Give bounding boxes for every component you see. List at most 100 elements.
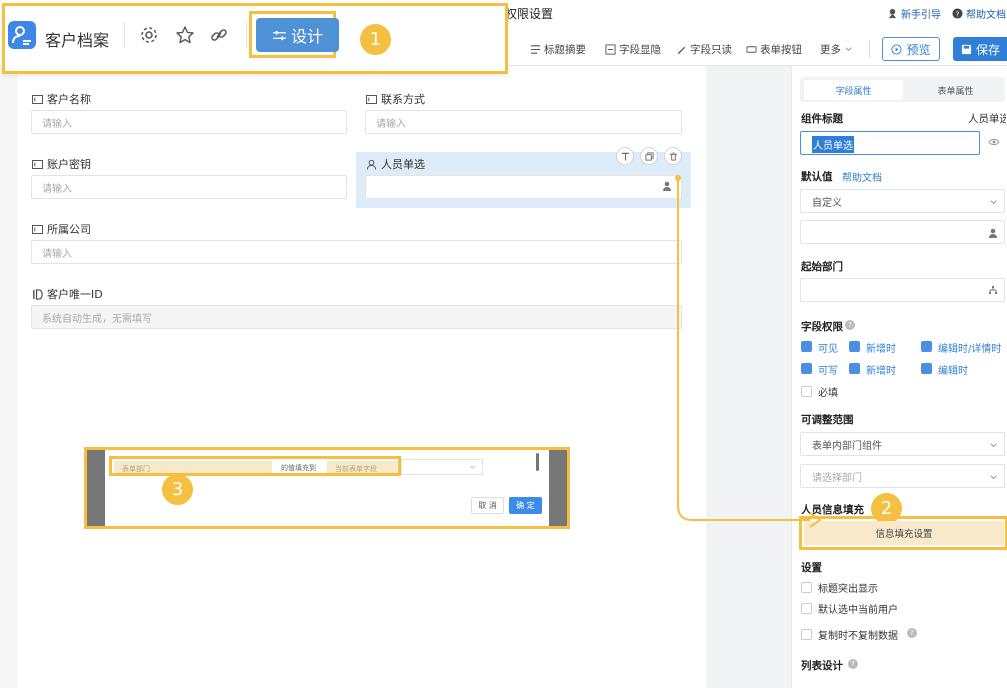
app-icon [8,21,36,49]
eye-icon [988,138,1000,146]
beginner-guide-link[interactable]: 新手引导 [887,6,941,21]
text-field-icon [32,94,43,104]
checkbox-default-current-user-label: 默认选中当前用户 [818,605,898,616]
field-label-customer-id: 客户唯一ID [32,286,103,302]
tab-form-properties[interactable]: 表单属性 [906,80,1005,100]
tool-title-summary[interactable]: 标题摘要 [530,42,586,57]
checkbox-writable-on-create[interactable] [849,363,860,374]
text-field-icon [366,94,377,104]
text-field-icon [32,159,43,169]
chevron-down-icon [990,443,997,448]
guide-icon [888,8,897,19]
copy-field-button[interactable] [640,147,658,165]
play-circle-icon [891,43,903,55]
confirm-button[interactable]: 确 定 [509,497,542,514]
save-button[interactable]: 保存 [953,37,1007,61]
user-badge-icon [12,26,31,45]
page-title-fragment: 权限设置 [505,7,554,21]
checkbox-default-current-user[interactable] [801,603,812,614]
share-link-button[interactable] [209,25,229,45]
default-user-input[interactable] [800,220,1005,244]
tab-field-properties[interactable]: 字段属性 [804,80,903,100]
cancel-button[interactable]: 取 消 [471,497,504,514]
person-select-input[interactable] [365,175,682,199]
checkbox-visible-on-edit[interactable] [921,341,932,352]
chevron-down-icon [845,47,852,52]
dialog-scrollbar[interactable] [536,453,539,471]
field-label-company: 所属公司 [32,221,91,237]
copy-icon [644,151,654,161]
component-title-label: 组件标题 [801,113,843,125]
list-icon [530,45,541,54]
text-t-icon [621,152,629,161]
help-question-icon[interactable]: ? [848,659,858,669]
tool-field-visibility-label: 字段显隐 [619,44,661,56]
visibility-icon [605,44,616,55]
user-icon [366,159,377,170]
field-title-button[interactable] [616,147,634,165]
checkbox-title-highlight[interactable] [801,582,812,593]
tool-field-visibility[interactable]: 字段显隐 [605,42,661,57]
toolbar-divider [124,22,125,48]
target-field-dropdown[interactable] [401,459,483,475]
callout-fill-dialog: 表单部门 的值填充到 当前表单字段 取 消 确 定 [84,447,570,529]
contact-input[interactable]: 请输入 [365,110,682,134]
delete-field-button[interactable] [664,147,682,165]
field-label-person: 人员单选 [366,156,425,172]
checkbox-no-copy-data[interactable] [801,629,812,640]
toolbar-divider [869,40,870,58]
settings-gear-button[interactable] [139,25,159,45]
info-fill-settings-button[interactable]: 信息填充设置 [804,521,1004,545]
checkbox-visible-on-create[interactable] [849,341,860,352]
checkbox-title-highlight-label: 标题突出显示 [818,584,878,595]
preview-label: 预览 [906,42,931,57]
title-visibility-toggle[interactable] [988,137,1000,147]
customer-id-input: 系统自动生成，无需填写 [31,305,682,329]
checkbox-no-copy-data-label: 复制时不复制数据 [818,631,898,642]
help-doc-link[interactable]: ? 帮助文档 [952,6,1006,21]
company-input[interactable]: 请输入 [31,240,682,264]
preview-button[interactable]: 预览 [882,37,940,61]
favorite-star-button[interactable] [175,25,195,45]
tool-form-buttons[interactable]: 表单按钮 [746,42,802,57]
tool-more-label: 更多 [820,44,841,56]
tool-more-dropdown[interactable]: 更多 [820,42,853,57]
design-label: 设计 [290,27,323,46]
help-icon: ? [952,8,963,19]
design-button[interactable]: 设计 [256,18,339,52]
sliders-icon [272,30,286,40]
account-key-input[interactable]: 请输入 [31,175,347,199]
org-tree-icon [989,286,997,294]
connector-arrow [675,175,822,528]
save-icon [961,44,972,54]
tool-field-readonly[interactable]: 字段只读 [676,42,732,57]
tool-title-summary-label: 标题摘要 [544,44,586,56]
link-icon [211,29,227,41]
checkbox-writable-on-edit-label: 编辑时 [938,366,968,377]
settings-label: 设置 [801,562,822,574]
id-icon [33,288,43,300]
default-value-select[interactable]: 自定义 [800,189,1005,213]
save-label: 保存 [976,42,1001,57]
beginner-guide-label: 新手引导 [901,10,941,21]
field-label-account-key: 账户密钥 [32,156,91,172]
customer-name-input[interactable]: 请输入 [31,110,347,134]
user-icon [989,228,997,238]
text-field-icon [32,224,43,234]
choose-dept-select[interactable]: 请选择部门 [800,464,1005,488]
checkbox-writable-on-edit[interactable] [921,363,932,374]
dialog-left-shade [87,450,105,526]
checkbox-visible-on-edit-label: 编辑时/详情时 [938,344,1002,355]
field-label-contact: 联系方式 [366,91,425,107]
start-dept-input[interactable] [800,278,1005,302]
help-question-icon[interactable]: ? [845,320,855,330]
adjust-range-select[interactable]: 表单内部门组件 [800,432,1005,456]
button-icon [746,46,757,53]
svg-text:?: ? [956,9,960,18]
list-design-label: 列表设计 [801,660,843,672]
chevron-down-icon [990,475,997,480]
help-doc-link-panel[interactable]: 帮助文档 [842,169,882,184]
help-question-icon[interactable]: ? [907,628,917,638]
toolbar-divider [246,22,247,48]
component-title-input[interactable]: 人员单选 [800,131,980,155]
